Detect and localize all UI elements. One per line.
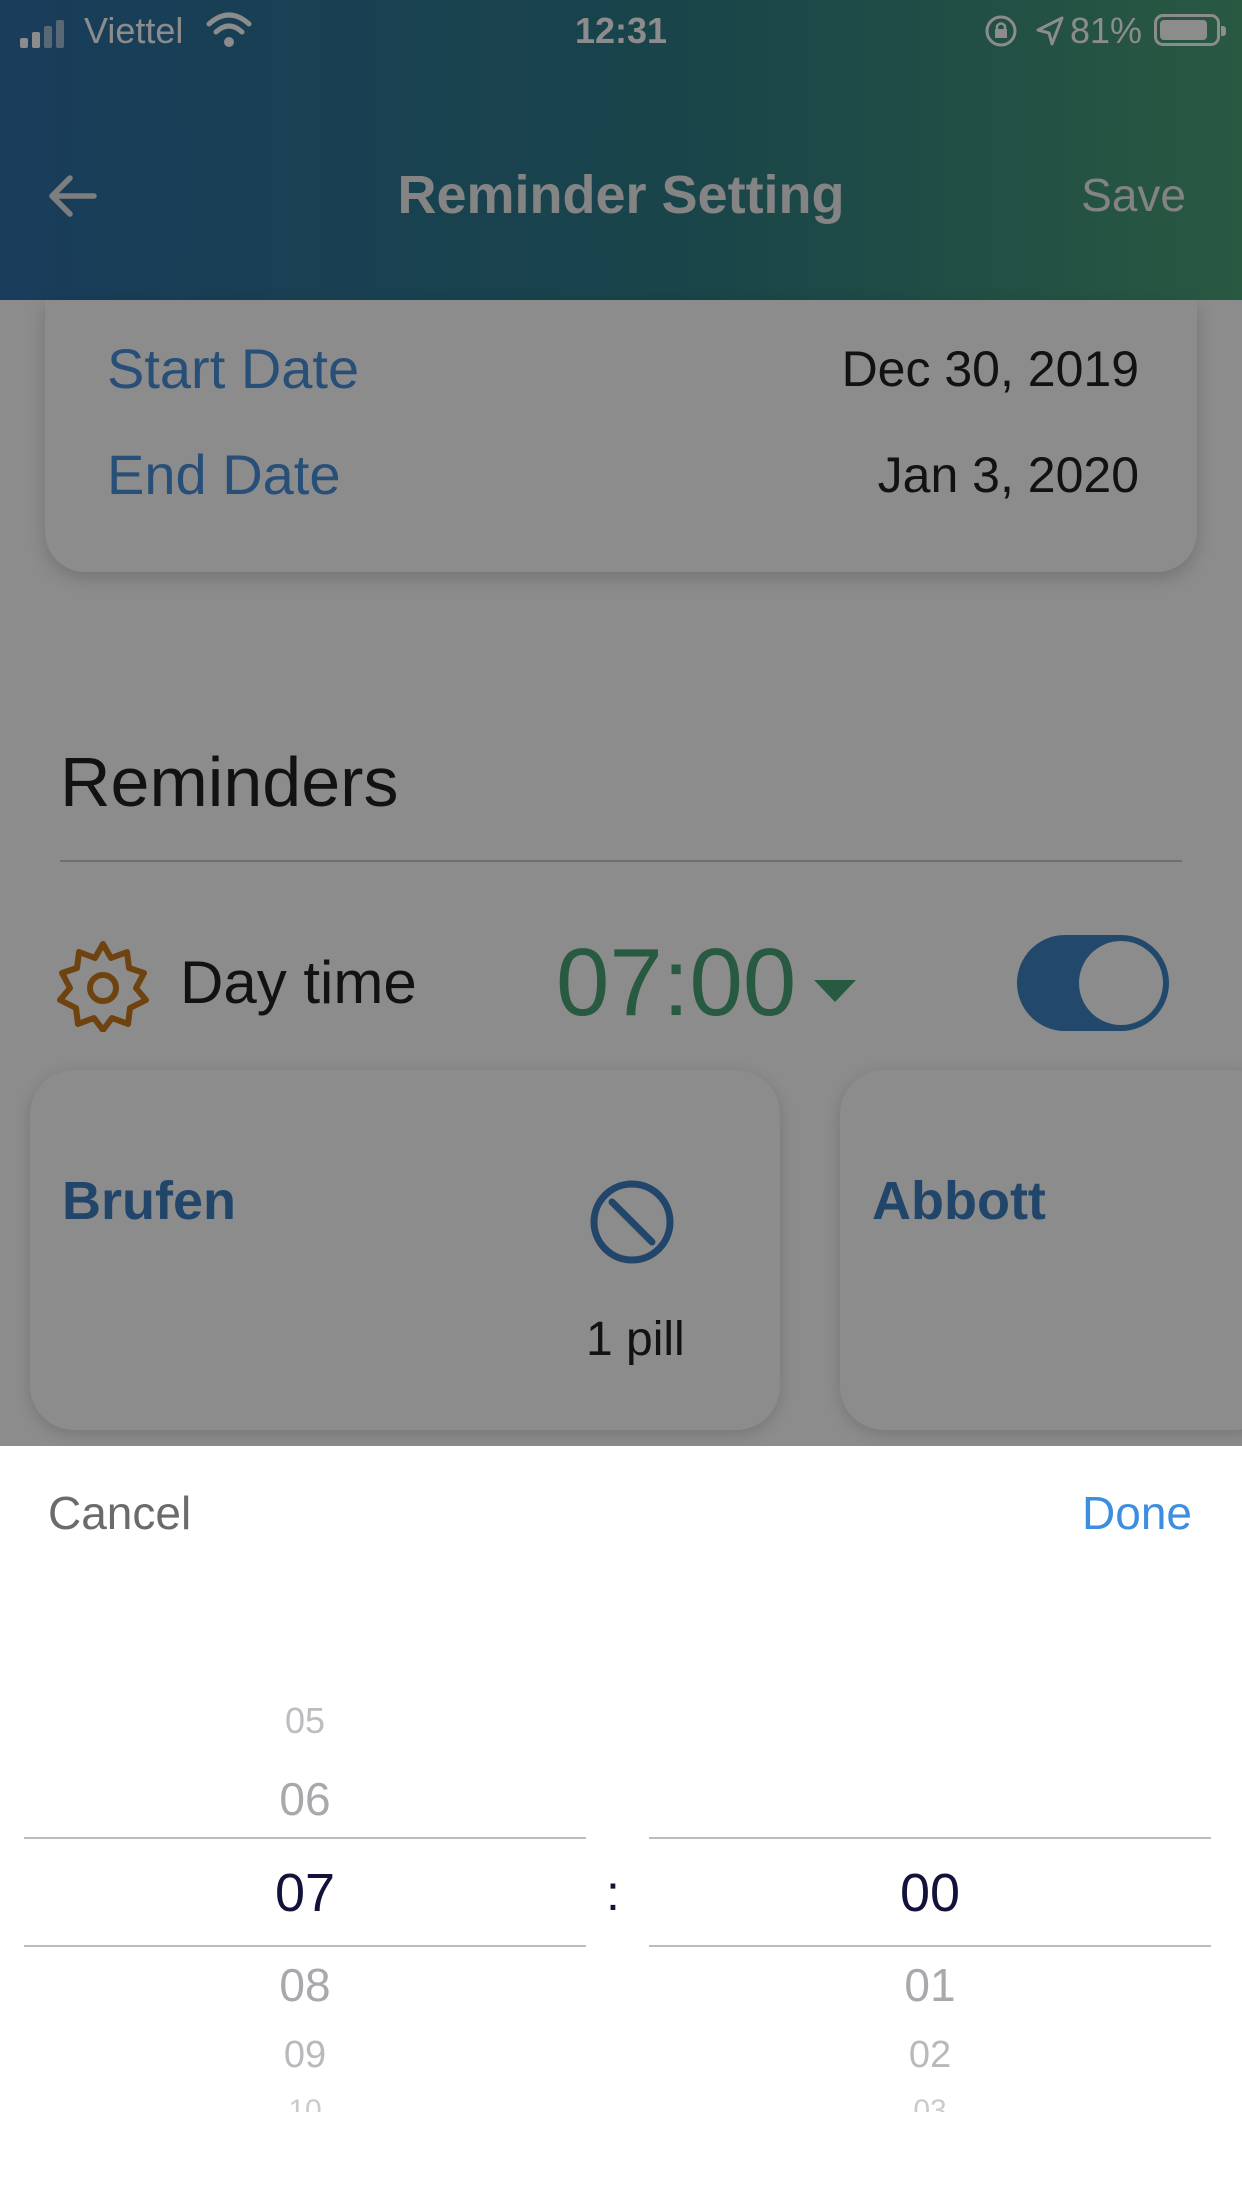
selection-line-bottom	[649, 1945, 1211, 1947]
hour-option[interactable]: 06	[24, 1772, 586, 1826]
hour-option-clipped: 10	[24, 2096, 586, 2112]
hour-option[interactable]: 09	[24, 2034, 586, 2077]
minute-option-clipped: 03	[649, 2096, 1211, 2112]
minute-option[interactable]: 02	[649, 2034, 1211, 2077]
hour-wheel[interactable]: 05 06 07 08 09 10	[24, 1446, 586, 2208]
modal-dim-overlay[interactable]	[0, 0, 1242, 1446]
hour-option[interactable]: 08	[24, 1958, 586, 2012]
selection-line-top	[649, 1837, 1211, 1839]
minute-option[interactable]: 01	[649, 1958, 1211, 2012]
selection-line-top	[24, 1837, 586, 1839]
time-separator: :	[606, 1865, 620, 1921]
hour-option[interactable]: 05	[24, 1700, 586, 1742]
time-picker-sheet: Cancel Done 05 06 07 08 09 10 : 00 01 02…	[0, 1446, 1242, 2208]
minute-selected[interactable]: 00	[649, 1862, 1211, 1924]
selection-line-bottom	[24, 1945, 586, 1947]
hour-selected[interactable]: 07	[24, 1862, 586, 1924]
minute-wheel[interactable]: 00 01 02 03	[649, 1446, 1211, 2208]
